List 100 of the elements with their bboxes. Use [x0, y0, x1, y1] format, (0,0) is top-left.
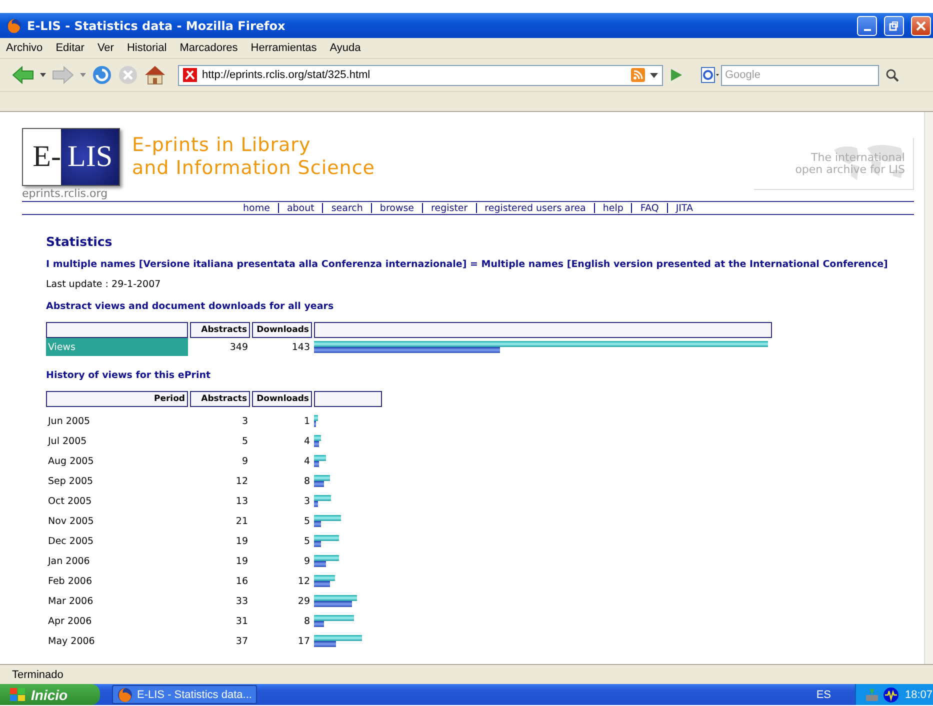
search-icon[interactable] — [885, 68, 899, 82]
site-logo[interactable]: E- LIS — [22, 128, 120, 186]
table-cell-text: 21 — [234, 514, 249, 528]
feed-icon[interactable] — [631, 68, 645, 82]
sound-wave-icon[interactable] — [883, 686, 899, 702]
table-cell-text: 33 — [234, 594, 249, 608]
table-cell-text: 13 — [234, 494, 249, 508]
menu-item[interactable]: Ayuda — [330, 42, 361, 54]
abstracts-bar — [314, 575, 335, 581]
menu-item[interactable]: Editar — [56, 42, 84, 54]
table-cell-text: 19 — [234, 534, 249, 548]
browser-icon — [6, 18, 22, 34]
column-header: Abstracts — [190, 391, 250, 407]
start-button[interactable]: Inicio — [0, 684, 100, 705]
home-icon[interactable] — [144, 65, 166, 85]
table-cell-text: 9 — [302, 554, 311, 568]
period-cell-text: Jan 2006 — [46, 554, 91, 568]
table-cell-text: 37 — [234, 634, 249, 648]
period-cell-text: Apr 2006 — [47, 614, 93, 628]
period-cell-text: May 2006 — [47, 634, 96, 648]
language-indicator[interactable]: ES — [816, 688, 831, 700]
menu-item[interactable]: Ver — [97, 42, 114, 54]
downloads-bar — [314, 521, 320, 527]
abstracts-bar — [314, 595, 357, 601]
close-icon — [916, 20, 926, 30]
abstracts-bar — [314, 635, 362, 641]
browser-icon — [117, 686, 133, 702]
abstracts-bar — [314, 515, 342, 521]
section-title: History of views for this ePrint — [46, 370, 212, 381]
period-cell-text: Mar 2006 — [47, 594, 94, 608]
minimize-icon — [864, 28, 870, 30]
column-header: Downloads — [252, 322, 312, 338]
close-button[interactable] — [911, 16, 931, 36]
table-cell-text: 3 — [302, 494, 311, 508]
downloads-bar — [314, 641, 336, 647]
nav-link[interactable]: register — [423, 202, 476, 214]
site-tagline: open archive for LIS — [795, 164, 905, 176]
menu-item[interactable]: Marcadores — [180, 42, 238, 54]
taskbar-button[interactable]: E-LIS - Statistics data... — [112, 685, 257, 704]
downloads-bar — [314, 621, 324, 627]
period-cell-text: Dec 2005 — [47, 534, 95, 548]
address-field[interactable]: http://eprints.rclis.org/stat/325.html — [178, 64, 663, 86]
column-header — [314, 391, 382, 407]
column-header: Abstracts — [190, 322, 250, 338]
abstracts-bar — [314, 555, 339, 561]
table-cell-text: 8 — [302, 474, 311, 488]
section-title: Abstract views and document downloads for all years — [46, 301, 335, 312]
nav-link[interactable]: about — [278, 202, 322, 214]
reload-icon[interactable] — [92, 65, 112, 85]
table-cell-text: 1 — [302, 414, 311, 428]
menu-item[interactable]: Archivo — [6, 42, 43, 54]
downloads-bar — [314, 441, 320, 447]
abstracts-bar — [314, 615, 354, 621]
minimize-button[interactable] — [857, 16, 877, 36]
search-field[interactable]: Google — [721, 64, 879, 86]
document-title: I multiple names [Versione italiana presentata alla Conferenza internazionale] = Multiple names [English version presented at the International Conference] — [46, 259, 889, 270]
nav-link[interactable]: help — [594, 202, 632, 214]
table-cell-text: 4 — [302, 454, 311, 468]
downloads-bar — [314, 501, 318, 507]
nav-link[interactable]: FAQ — [632, 202, 667, 214]
restore-button[interactable] — [884, 16, 904, 36]
abstracts-bar — [314, 415, 318, 421]
site-favicon-icon — [183, 68, 197, 82]
last-update: Last update : 29-1-2007 — [46, 279, 162, 290]
back-icon[interactable] — [12, 66, 34, 84]
table-cell-text: 4 — [302, 434, 311, 448]
table-cell-text: 3 — [240, 414, 249, 428]
table-cell-text: 16 — [234, 574, 249, 588]
abstracts-bar — [314, 495, 331, 501]
page-heading: Statistics — [46, 234, 114, 249]
abstracts-bar — [314, 535, 339, 541]
clock: 18:07 — [905, 688, 933, 700]
windows-logo-icon — [10, 688, 26, 702]
table-cell-text: 5 — [302, 534, 311, 548]
dropdown-icon[interactable] — [650, 72, 658, 78]
abstracts-bar — [314, 475, 330, 481]
period-cell-text: Jul 2005 — [46, 434, 88, 448]
period-cell-text: Feb 2006 — [47, 574, 94, 588]
nav-link[interactable]: browse — [372, 202, 422, 214]
scrollbar[interactable] — [924, 112, 933, 664]
nav-link[interactable]: JITA — [668, 202, 701, 214]
table-cell-text: 9 — [240, 454, 249, 468]
period-cell-text: Sep 2005 — [47, 474, 94, 488]
nav-link[interactable]: search — [323, 202, 371, 214]
nav-link[interactable]: home — [235, 202, 278, 214]
abstracts-bar — [314, 455, 326, 461]
downloads-bar — [314, 561, 326, 567]
period-cell-text: Nov 2005 — [47, 514, 95, 528]
table-cell-text: 5 — [240, 434, 249, 448]
table-cell-text: 19 — [234, 554, 249, 568]
site-domain: eprints.rclis.org — [22, 187, 109, 200]
menu-item[interactable]: Historial — [126, 42, 167, 54]
downloads-bar — [314, 541, 320, 547]
site-title: E-prints in Library and Information Science — [132, 134, 376, 180]
go-icon[interactable] — [669, 68, 683, 82]
nav-link[interactable]: registered users area — [476, 202, 594, 214]
dropdown-icon[interactable] — [40, 73, 46, 77]
menu-item[interactable]: Herramientas — [250, 42, 317, 54]
table-cell-text: 143 — [290, 340, 311, 354]
search-engine-icon[interactable] — [701, 67, 719, 83]
